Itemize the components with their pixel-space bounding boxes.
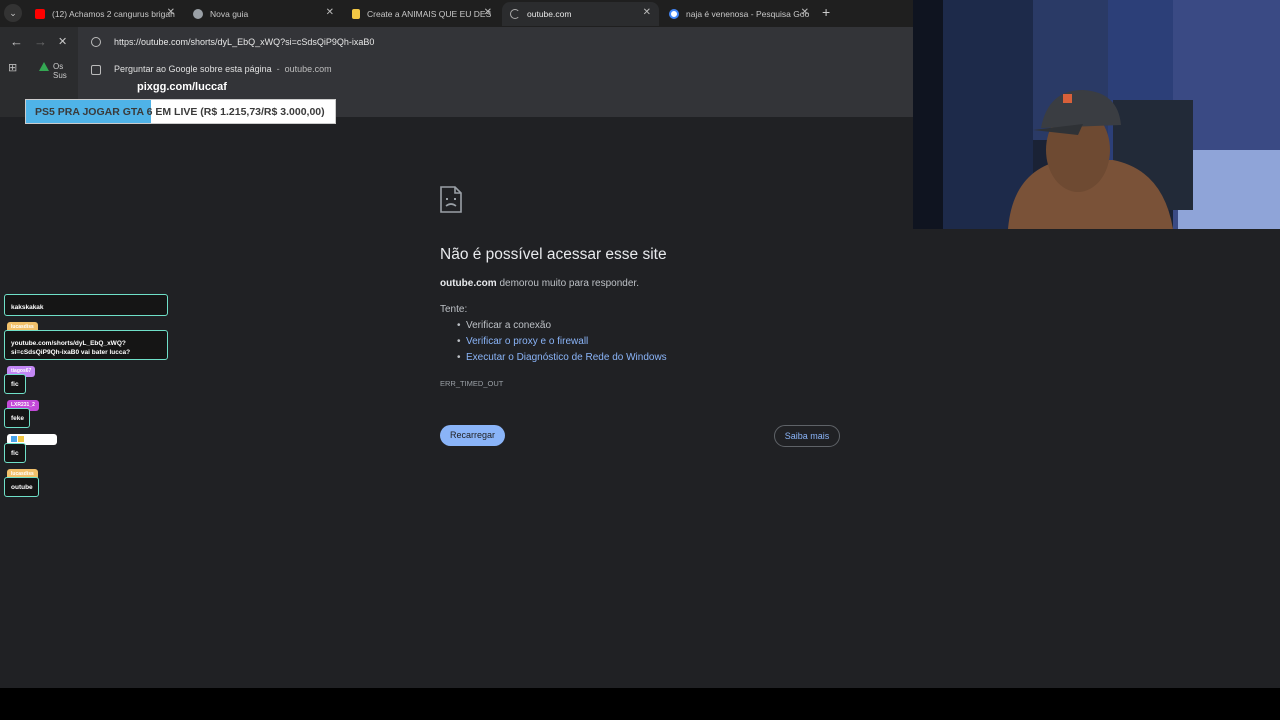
chat-message: fic [4,374,26,394]
reload-button[interactable]: Recarregar [440,425,505,446]
back-button[interactable]: ← [10,35,23,49]
forward-button[interactable]: → [34,35,47,49]
badge-icon [18,436,25,442]
tab-label: outube.com [527,9,572,19]
site-info-icon[interactable] [91,37,101,47]
new-tab-button[interactable]: + [822,4,830,20]
chat-message-text: kakskakak [11,304,44,311]
learn-more-button[interactable]: Saiba mais [774,425,840,447]
goal-text: PS5 PRA JOGAR GTA 6 EM LIVE (R$ 1.215,73… [35,106,325,118]
tab-nova-guia[interactable]: Nova guia ✕ [185,2,342,26]
tab-strip: ⌄ (12) Achamos 2 cangurus brigan ✕ Nova … [0,0,913,27]
error-domain: outube.com [440,278,497,289]
try-label: Tente: [440,304,468,315]
error-description-text: demorou muito para responder. [496,278,639,289]
apps-grid-icon[interactable]: ⊞ [8,61,17,74]
google-lens-icon [91,65,101,75]
chat-message: outube [4,477,39,497]
suggestion-network-diagnostics-link[interactable]: Executar o Diagnóstico de Rede do Window… [457,352,667,368]
tab-create-animais[interactable]: Create a ANIMAIS QUE EU DES ✕ [344,2,500,26]
separator: - [276,64,280,74]
tab-outube[interactable]: outube.com ✕ [502,2,659,26]
youtube-icon [35,9,45,19]
chat-message-text: outube [11,484,33,491]
chat-message: kakskakak [4,294,168,316]
ask-google-label: Perguntar ao Google sobre esta página [114,64,272,74]
tab-label: Nova guia [210,9,249,19]
stop-button[interactable]: ✕ [58,35,67,49]
ask-google-domain: outube.com [284,64,332,74]
bottom-strip [0,688,1280,720]
google-icon [669,9,679,19]
loading-spinner-icon [510,9,520,19]
document-icon [352,9,360,19]
chat-message: feke [4,408,30,428]
tab-search-icon[interactable]: ⌄ [4,4,22,22]
error-code: ERR_TIMED_OUT [440,379,504,388]
donation-goal-bar: PS5 PRA JOGAR GTA 6 EM LIVE (R$ 1.215,73… [25,99,336,124]
error-description: outube.com demorou muito para responder. [440,278,639,289]
close-icon[interactable]: ✕ [484,7,492,18]
suggestion-check-connection: Verificar a conexão [457,320,667,336]
tab-label: naja é venenosa - Pesquisa Goo [686,9,810,19]
webcam-feed [913,0,1280,229]
url-input[interactable]: https://outube.com/shorts/dyL_EbQ_xWQ?si… [114,37,374,47]
chrome-icon [193,9,203,19]
chat-message: youtube.com/shorts/dyL_EbQ_xWQ? si=cSdsQ… [4,330,168,360]
close-icon[interactable]: ✕ [643,7,651,18]
close-icon[interactable]: ✕ [167,7,175,18]
chat-message-text: youtube.com/shorts/dyL_EbQ_xWQ? si=cSdsQ… [11,340,131,356]
suggestion-proxy-firewall-link[interactable]: Verificar o proxy e o firewall [457,336,667,352]
suggestion-list: Verificar a conexão Verificar o proxy e … [457,320,667,368]
badge-icon [11,436,17,442]
chat-message-text: feke [11,415,25,422]
donation-link-text: pixgg.com/luccaf [137,81,227,93]
error-title: Não é possível acessar esse site [440,246,667,263]
tab-naja-pesquisa[interactable]: naja é venenosa - Pesquisa Goo ✕ [661,2,817,26]
chat-message-text: fic [11,450,19,457]
drive-icon[interactable] [39,62,49,71]
tab-label: Create a ANIMAIS QUE EU DES [367,9,492,19]
close-icon[interactable]: ✕ [801,7,809,18]
ask-google-suggestion[interactable]: Perguntar ao Google sobre esta página - ou… [114,64,332,74]
bookmark-label[interactable]: Os Sus [53,62,78,80]
tab-label: (12) Achamos 2 cangurus brigan [52,9,175,19]
bookmarks-bar: ⊞ Os Sus [0,57,78,80]
tab-youtube[interactable]: (12) Achamos 2 cangurus brigan ✕ [27,2,183,26]
close-icon[interactable]: ✕ [326,7,334,18]
chat-message-text: fic [11,381,19,388]
error-page-right [913,229,1280,688]
sad-document-icon [440,186,462,213]
chat-message: fic [4,443,26,463]
